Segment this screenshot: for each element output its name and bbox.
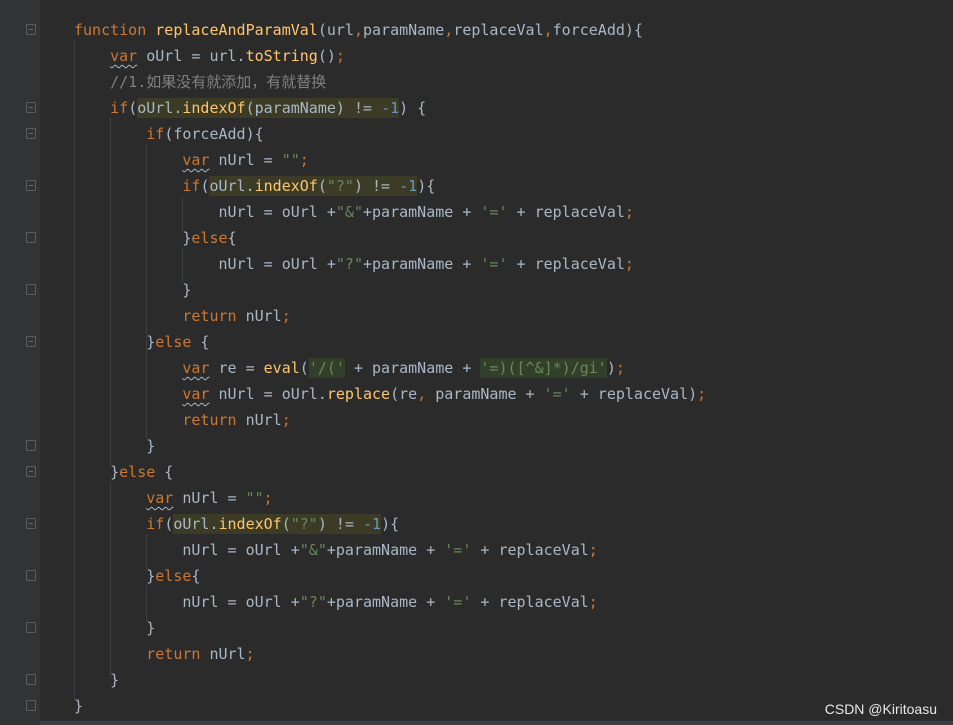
watermark: CSDN @Kiritoasu [824, 701, 937, 717]
code-line-22[interactable]: }else{ [74, 563, 200, 589]
code-editor[interactable]: function replaceAndParamVal(url,paramNam… [40, 0, 953, 725]
fold-toggle-icon[interactable] [26, 622, 36, 633]
fold-toggle-icon[interactable] [26, 466, 36, 477]
code-line-12[interactable]: return nUrl; [74, 303, 290, 329]
code-line-9[interactable]: }else{ [74, 225, 236, 251]
code-line-5[interactable]: if(forceAdd){ [74, 121, 263, 147]
code-line-27[interactable]: } [74, 693, 83, 719]
code-line-14[interactable]: var re = eval('/(' + paramName + '=)([^&… [74, 355, 625, 381]
code-line-18[interactable]: }else { [74, 459, 173, 485]
code-line-20[interactable]: if(oUrl.indexOf("?") != -1){ [74, 511, 399, 537]
fold-toggle-icon[interactable] [26, 518, 36, 529]
code-line-6[interactable]: var nUrl = ""; [74, 147, 308, 173]
fold-toggle-icon[interactable] [26, 128, 36, 139]
fold-toggle-icon[interactable] [26, 232, 36, 243]
code-line-25[interactable]: return nUrl; [74, 641, 254, 667]
fold-toggle-icon[interactable] [26, 284, 36, 295]
code-line-13[interactable]: }else { [74, 329, 209, 355]
code-line-19[interactable]: var nUrl = ""; [74, 485, 272, 511]
code-line-3[interactable]: //1.如果没有就添加，有就替换 [74, 69, 326, 95]
editor-gutter [0, 0, 40, 725]
code-line-8[interactable]: nUrl = oUrl +"&"+paramName + '=' + repla… [74, 199, 633, 225]
fold-toggle-icon[interactable] [26, 674, 36, 685]
code-line-1[interactable]: function replaceAndParamVal(url,paramNam… [74, 17, 643, 43]
fold-toggle-icon[interactable] [26, 336, 36, 347]
code-line-21[interactable]: nUrl = oUrl +"&"+paramName + '=' + repla… [74, 537, 597, 563]
code-line-23[interactable]: nUrl = oUrl +"?"+paramName + '=' + repla… [74, 589, 597, 615]
code-line-15[interactable]: var nUrl = oUrl.replace(re, paramName + … [74, 381, 706, 407]
fold-toggle-icon[interactable] [26, 24, 36, 35]
code-line-24[interactable]: } [74, 615, 155, 641]
code-line-11[interactable]: } [74, 277, 191, 303]
fold-toggle-icon[interactable] [26, 180, 36, 191]
code-line-17[interactable]: } [74, 433, 155, 459]
code-line-2[interactable]: var oUrl = url.toString(); [74, 43, 345, 69]
code-line-10[interactable]: nUrl = oUrl +"?"+paramName + '=' + repla… [74, 251, 633, 277]
code-line-4[interactable]: if(oUrl.indexOf(paramName) != -1) { [74, 95, 426, 121]
code-line-26[interactable]: } [74, 667, 119, 693]
fold-toggle-icon[interactable] [26, 102, 36, 113]
code-line-16[interactable]: return nUrl; [74, 407, 290, 433]
fold-toggle-icon[interactable] [26, 700, 36, 711]
fold-toggle-icon[interactable] [26, 440, 36, 451]
code-line-7[interactable]: if(oUrl.indexOf("?") != -1){ [74, 173, 435, 199]
horizontal-scrollbar[interactable] [40, 721, 953, 725]
fold-toggle-icon[interactable] [26, 570, 36, 581]
